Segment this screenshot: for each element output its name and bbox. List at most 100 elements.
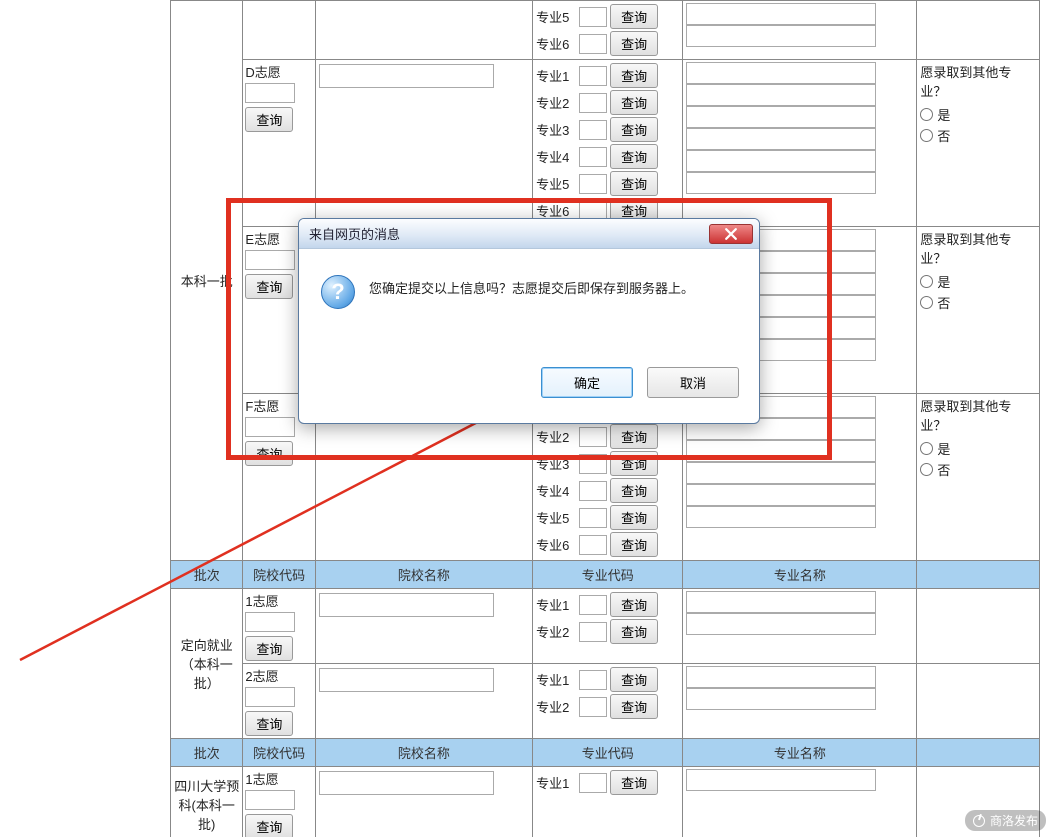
query-button[interactable]: 查询	[245, 636, 293, 661]
adjust-yes-radio[interactable]	[920, 275, 933, 288]
school-code-input[interactable]	[245, 790, 295, 810]
major-code-input[interactable]	[579, 34, 607, 54]
major-code-input[interactable]	[579, 773, 607, 793]
major-name-input[interactable]	[686, 769, 876, 791]
query-button[interactable]: 查询	[610, 694, 658, 719]
major-code-input[interactable]	[579, 427, 607, 447]
adjust-radio-group: 愿录取到其他专业？ 是 否	[920, 229, 1036, 312]
watermark: 商洛发布	[965, 810, 1046, 831]
major-name-input[interactable]	[686, 506, 876, 528]
major-name-input[interactable]	[686, 62, 876, 84]
major-code-input[interactable]	[579, 481, 607, 501]
major-name-input[interactable]	[686, 25, 876, 47]
batch-scdx: 四川大学预科(本科一批)	[171, 767, 243, 837]
major-code-input[interactable]	[579, 697, 607, 717]
school-code-input[interactable]	[245, 687, 295, 707]
col-major-name: 专业名称	[683, 561, 917, 589]
major-name-input[interactable]	[686, 440, 876, 462]
major-name-input[interactable]	[686, 84, 876, 106]
adjust-yes-radio[interactable]	[920, 442, 933, 455]
col-batch: 批次	[171, 739, 243, 767]
school-code-input[interactable]	[245, 612, 295, 632]
major-name-input[interactable]	[686, 3, 876, 25]
school-name-input[interactable]	[319, 771, 494, 795]
query-button[interactable]: 查询	[610, 505, 658, 530]
major-code-input[interactable]	[579, 120, 607, 140]
query-button[interactable]: 查询	[610, 4, 658, 29]
school-name-input[interactable]	[319, 668, 494, 692]
adjust-yes-radio[interactable]	[920, 108, 933, 121]
query-button[interactable]: 查询	[610, 171, 658, 196]
major-code-input[interactable]	[579, 147, 607, 167]
major-label: 专业2	[536, 622, 576, 641]
major-code-input[interactable]	[579, 535, 607, 555]
adjust-radio-group: 愿录取到其他专业？ 是 否	[920, 396, 1036, 479]
major-name-input[interactable]	[686, 150, 876, 172]
query-button[interactable]: 查询	[610, 619, 658, 644]
major-label: 专业4	[536, 147, 576, 166]
major-code-input[interactable]	[579, 66, 607, 86]
major-label: 专业6	[536, 34, 576, 53]
major-label: 专业5	[536, 174, 576, 193]
query-button[interactable]: 查询	[610, 424, 658, 449]
query-button[interactable]: 查询	[610, 532, 658, 557]
dialog-cancel-button[interactable]: 取消	[647, 367, 739, 398]
major-name-input[interactable]	[686, 613, 876, 635]
query-button[interactable]: 查询	[610, 592, 658, 617]
school-code-input[interactable]	[245, 250, 295, 270]
major-name-input[interactable]	[686, 462, 876, 484]
adjust-no-radio[interactable]	[920, 463, 933, 476]
confirm-dialog: 来自网页的消息 ? 您确定提交以上信息吗？志愿提交后即保存到服务器上。 确定 取…	[298, 218, 760, 424]
query-button[interactable]: 查询	[610, 31, 658, 56]
col-major-code: 专业代码	[533, 739, 683, 767]
school-code-input[interactable]	[245, 417, 295, 437]
major-label: 专业1	[536, 66, 576, 85]
wish-label-d: D志愿	[245, 62, 312, 81]
major-code-input[interactable]	[579, 508, 607, 528]
major-code-input[interactable]	[579, 174, 607, 194]
major-name-input[interactable]	[686, 106, 876, 128]
query-button[interactable]: 查询	[610, 90, 658, 115]
query-button[interactable]: 查询	[610, 770, 658, 795]
query-button[interactable]: 查询	[245, 711, 293, 736]
query-button[interactable]: 查询	[610, 63, 658, 88]
query-button[interactable]: 查询	[245, 107, 293, 132]
adjust-no-radio[interactable]	[920, 129, 933, 142]
col-school-name: 院校名称	[315, 561, 532, 589]
query-button[interactable]: 查询	[610, 117, 658, 142]
major-name-input[interactable]	[686, 688, 876, 710]
query-button[interactable]: 查询	[610, 478, 658, 503]
major-label: 专业5	[536, 7, 576, 26]
adjust-no-radio[interactable]	[920, 296, 933, 309]
query-button[interactable]: 查询	[245, 274, 293, 299]
major-code-input[interactable]	[579, 454, 607, 474]
school-code-input[interactable]	[245, 83, 295, 103]
school-name-input[interactable]	[319, 593, 494, 617]
major-name-input[interactable]	[686, 484, 876, 506]
major-label: 专业2	[536, 427, 576, 446]
major-code-input[interactable]	[579, 670, 607, 690]
dialog-ok-button[interactable]: 确定	[541, 367, 633, 398]
major-label: 专业1	[536, 773, 576, 792]
wish-label-1: 1志愿	[245, 591, 312, 610]
col-school-name: 院校名称	[315, 739, 532, 767]
major-code-input[interactable]	[579, 595, 607, 615]
major-code-input[interactable]	[579, 7, 607, 27]
major-name-input[interactable]	[686, 172, 876, 194]
major-label: 专业1	[536, 595, 576, 614]
query-button[interactable]: 查询	[245, 814, 293, 837]
query-button[interactable]: 查询	[610, 451, 658, 476]
school-name-input[interactable]	[319, 64, 494, 88]
major-name-input[interactable]	[686, 128, 876, 150]
major-code-input[interactable]	[579, 93, 607, 113]
query-button[interactable]: 查询	[610, 144, 658, 169]
query-button[interactable]: 查询	[610, 667, 658, 692]
dialog-close-button[interactable]	[709, 224, 753, 244]
watermark-icon	[973, 815, 985, 827]
major-name-input[interactable]	[686, 591, 876, 613]
query-button[interactable]: 查询	[245, 441, 293, 466]
major-name-input[interactable]	[686, 666, 876, 688]
wish-label-2: 2志愿	[245, 666, 312, 685]
major-code-input[interactable]	[579, 622, 607, 642]
major-label: 专业3	[536, 454, 576, 473]
